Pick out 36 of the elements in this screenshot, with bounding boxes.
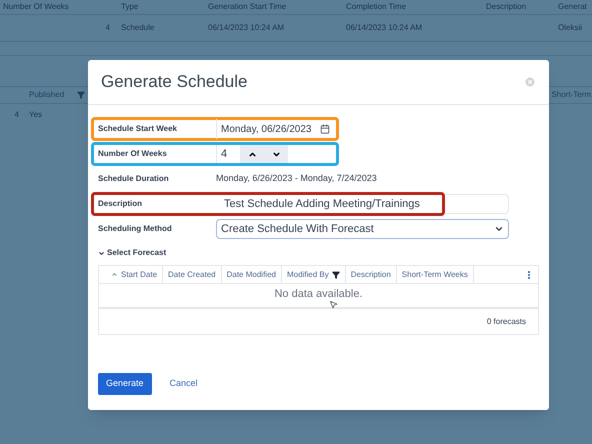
field-label: Number Of Weeks <box>97 148 168 160</box>
column-header: Published <box>29 89 66 101</box>
column-header[interactable]: Date Created <box>163 266 222 283</box>
table-cell: Yes <box>29 109 42 121</box>
column-header: Completion Time <box>345 1 408 13</box>
cancel-link[interactable]: Cancel <box>170 377 198 391</box>
table-cell-text: 06/14/2023 10:24 AM <box>345 22 424 34</box>
field-label: Schedule Duration <box>97 173 170 185</box>
column-header[interactable]: Start Date <box>99 266 164 283</box>
column-header: Number Of Weeks <box>2 1 70 13</box>
table-cell-text: Oleksii <box>557 22 584 34</box>
column-header[interactable]: Date Modified <box>222 266 282 283</box>
method-dropdown[interactable]: Create Schedule With Forecast <box>216 219 509 239</box>
field-label: Scheduling Method <box>97 223 173 235</box>
description-field[interactable]: Test Schedule Adding Meeting/Trainings <box>216 194 442 214</box>
duration-text: Monday, 6/26/2023 - Monday, 7/24/2023 <box>216 172 377 186</box>
column-header: Type <box>120 1 140 13</box>
forecast-count: 0 forecasts <box>486 316 526 328</box>
column-header: Generat <box>557 1 588 13</box>
column-header[interactable]: Short-Term Weeks <box>396 266 474 283</box>
section-toggle[interactable]: Select Forecast <box>98 247 166 259</box>
dialog-title: Generate Schedule <box>101 71 248 94</box>
generate-button[interactable]: Generate <box>98 373 152 395</box>
date-field[interactable]: Monday, 06/26/2023 <box>216 119 334 139</box>
table-cell-text: 06/14/2023 10:24 AM <box>207 22 286 34</box>
field-label: Schedule Start Week <box>97 123 178 135</box>
column-header: Generation Start Time <box>207 1 288 13</box>
column-header[interactable]: Modified By <box>282 266 346 283</box>
table-cell-text: 4 <box>104 22 111 34</box>
table-cell-text: 4 <box>14 109 20 121</box>
column-header[interactable]: Description <box>346 266 397 283</box>
table-cell-text: Schedule <box>120 22 156 34</box>
field-label: Description <box>97 198 144 210</box>
column-header: Short-Term <box>551 89 591 101</box>
column-header: Description <box>485 1 528 13</box>
empty-message: No data available. <box>274 288 363 300</box>
